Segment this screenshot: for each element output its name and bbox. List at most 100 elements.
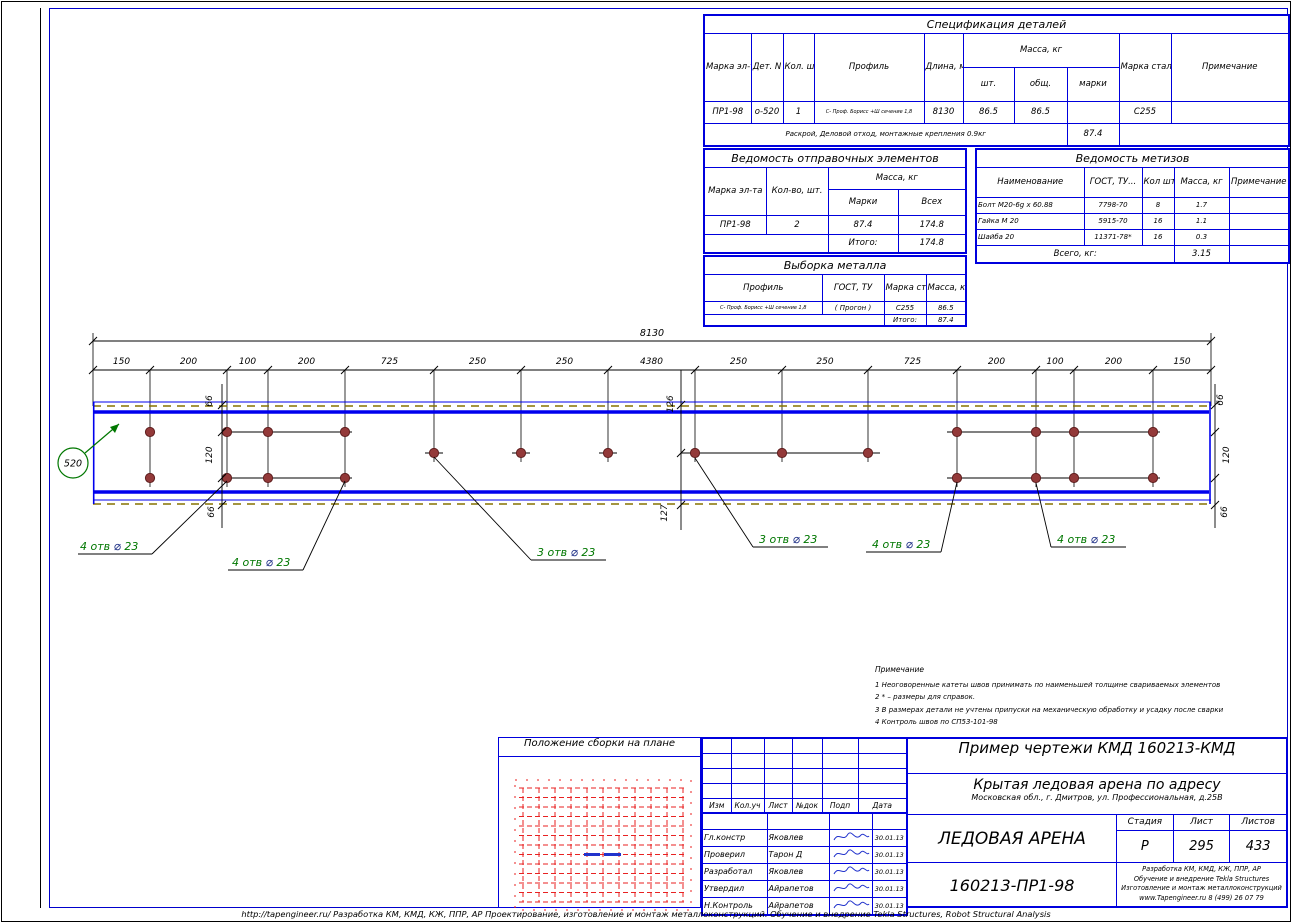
hole-count-label: 3 отв ⌀ 23 (759, 532, 817, 546)
project-title-main: ЛЕДОВАЯ АРЕНА (908, 815, 1117, 862)
table-cell (791, 737, 823, 754)
company-info-line: Разработка КМ, КМД, КЖ, ППР, АР (1142, 865, 1261, 873)
table-cell (857, 737, 908, 754)
stage-header-cell: Лист (1174, 815, 1231, 830)
signature-scribble (828, 828, 873, 847)
bolt-hole (602, 447, 614, 459)
bolt-hole (262, 426, 274, 438)
vdim-label: 66 (205, 395, 215, 407)
footer-text: http://tapengineer.ru/ Разработка КМ, КМ… (241, 909, 1051, 919)
signature-row: Проверил Тарон Д 30.01.13 (701, 845, 908, 864)
dim-label: 100 (1046, 357, 1063, 367)
notes-block: Примечание 1 Неоговоренные катеты швов п… (875, 664, 1287, 729)
vdim-label: 120 (205, 446, 215, 463)
table-cell: 30.01.13 (871, 828, 908, 847)
object-name-cell: Крытая ледовая арена по адресу Московска… (908, 774, 1286, 815)
signature-row: Гл.констр Яковлев 30.01.13 (701, 828, 908, 847)
rev-header-cell: Изм (701, 797, 732, 814)
hole-count-label: 4 отв ⌀ 23 (872, 537, 930, 551)
dim-label: 150 (113, 357, 130, 367)
bolt-hole (1147, 472, 1159, 484)
table-cell (730, 767, 765, 784)
table-cell (701, 752, 732, 769)
vdim-label: 126 (666, 395, 676, 412)
note-item: 4 Контроль швов по СП53-101-98 (875, 718, 998, 726)
vdim-label: 66 (207, 506, 217, 518)
bolt-hole (144, 472, 156, 484)
dim-label: 250 (816, 357, 833, 367)
dim-label: 200 (180, 357, 197, 367)
bolt-hole (428, 447, 440, 459)
table-cell (821, 737, 859, 754)
table-cell: 30.01.13 (871, 862, 908, 881)
title-block-right: Пример чертежи КМД 160213-КМД Крытая лед… (906, 737, 1288, 908)
bolt-hole (951, 426, 963, 438)
company-info-line: Изготовление и монтаж металлоконструкций (1121, 884, 1282, 892)
doc-example-title: Пример чертежи КМД 160213-КМД (908, 739, 1286, 774)
hole-count-label: 3 отв ⌀ 23 (537, 545, 595, 559)
dim-label: 200 (298, 357, 315, 367)
rev-header-cell: Дата (857, 797, 908, 814)
signature-scribble (828, 845, 873, 864)
rev-header-cell: №док (791, 797, 823, 814)
table-cell (701, 767, 732, 784)
hole-count-label: 4 отв ⌀ 23 (232, 555, 290, 569)
table-cell: Яковлев (766, 862, 830, 881)
revision-grid: Изм Кол.уч Лист №док Подп Дата (701, 737, 908, 814)
object-line2: Московская обл., г. Дмитров, ул. Професс… (971, 793, 1223, 802)
bolt-hole (1068, 472, 1080, 484)
table-cell (791, 752, 823, 769)
bolt-hole (951, 472, 963, 484)
dim-label: 725 (904, 357, 921, 367)
table-cell (730, 782, 765, 799)
bolt-hole (339, 426, 351, 438)
dim-label: 150 (1173, 357, 1190, 367)
table-cell (763, 782, 793, 799)
signature-scribble (828, 879, 873, 898)
table-cell (821, 752, 859, 769)
position-callout-label: 520 (64, 459, 82, 470)
table-cell: Тарон Д (766, 845, 830, 864)
table-cell: Проверил (701, 845, 768, 864)
bolt-hole (776, 447, 788, 459)
table-cell: Гл.констр (701, 828, 768, 847)
vdim-label: 120 (1222, 446, 1232, 463)
table-cell (828, 812, 873, 830)
table-cell: Разработал (701, 862, 768, 881)
bolt-hole (221, 426, 233, 438)
dim-label: 4380 (640, 357, 663, 367)
hole-count-label: 4 отв ⌀ 23 (1057, 532, 1115, 546)
object-line1: Крытая ледовая арена по адресу (973, 777, 1221, 793)
bolt-hole (1068, 426, 1080, 438)
vdim-label: 66 (1216, 394, 1226, 406)
drawing-sheet: Спецификация деталей Марка эл-та Дет. N … (0, 0, 1292, 923)
dim-label: 200 (988, 357, 1005, 367)
bolt-hole (689, 447, 701, 459)
table-cell: 30.01.13 (871, 879, 908, 898)
bolt-hole (144, 426, 156, 438)
table-cell (701, 812, 768, 830)
signature-row: Утвердил Айрапетов 30.01.13 (701, 879, 908, 898)
rev-header-cell: Подп (821, 797, 859, 814)
doc-number: 160213-ПР1-98 (908, 863, 1117, 907)
notes-title: Примечание (875, 665, 924, 674)
bolt-hole (1147, 426, 1159, 438)
table-cell (763, 752, 793, 769)
rev-header-cell: Кол.уч (730, 797, 765, 814)
stage-header-row: Стадия Лист Листов (1117, 815, 1286, 831)
table-cell (821, 782, 859, 799)
table-cell: Утвердил (701, 879, 768, 898)
note-item: 1 Неоговоренные катеты швов принимать по… (875, 680, 1221, 689)
table-cell: 30.01.13 (871, 845, 908, 864)
dim-label: 200 (1105, 357, 1122, 367)
table-cell (857, 782, 908, 799)
bolt-hole (862, 447, 874, 459)
bolt-hole (1030, 472, 1042, 484)
hole-count-label: 4 отв ⌀ 23 (80, 539, 138, 553)
dim-label: 725 (381, 357, 398, 367)
note-item: 3 В размерах детали не учтены припуски н… (875, 705, 1224, 714)
note-item: 2 * – размеры для справок. (875, 693, 976, 701)
table-cell (821, 767, 859, 784)
rev-header-cell: Лист (763, 797, 793, 814)
plan-box-title: Положение сборки на плане (499, 738, 700, 757)
